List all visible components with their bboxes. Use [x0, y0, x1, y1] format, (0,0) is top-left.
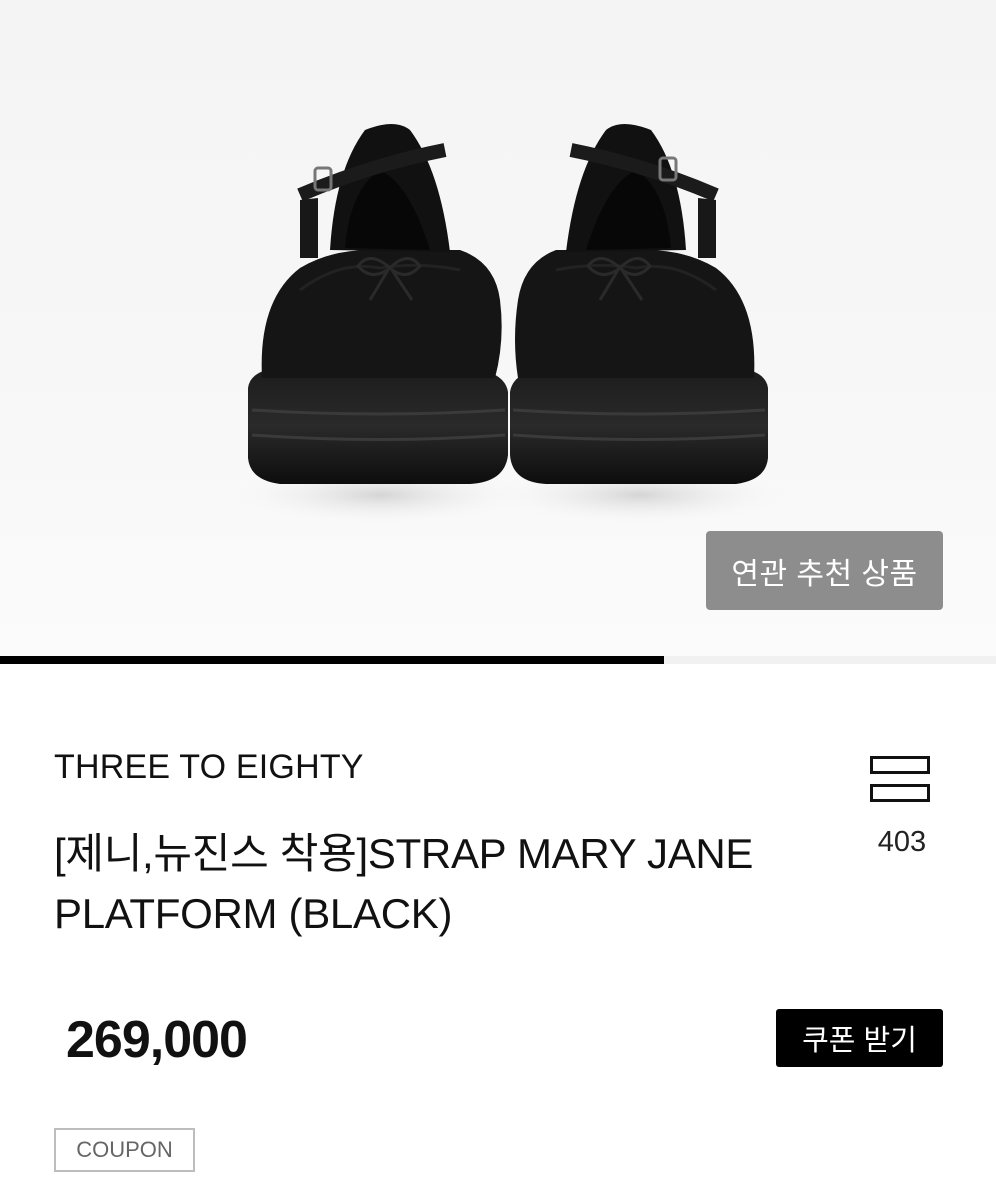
image-slider-progress: [0, 656, 996, 664]
left-shoe: [248, 124, 508, 484]
image-slider-progress-fill: [0, 656, 665, 664]
related-products-button[interactable]: 연관 추천 상품: [706, 531, 943, 610]
coupon-badge: COUPON: [54, 1128, 195, 1172]
get-coupon-button[interactable]: 쿠폰 받기: [776, 1009, 943, 1067]
brand-name[interactable]: THREE TO EIGHTY: [54, 748, 364, 787]
bookmark-bar-bottom: [870, 784, 930, 802]
product-title: [제니,뉴진스 착용]STRAP MARY JANE PLATFORM (BLA…: [54, 830, 754, 937]
bookmark-bar-top: [870, 756, 930, 774]
product-price: 269,000: [66, 1011, 248, 1069]
like-count: 403: [877, 826, 927, 858]
right-shoe: [510, 124, 768, 484]
product-image[interactable]: 연관 추천 상품: [0, 0, 996, 656]
bookmark-bars-icon[interactable]: [870, 756, 934, 808]
